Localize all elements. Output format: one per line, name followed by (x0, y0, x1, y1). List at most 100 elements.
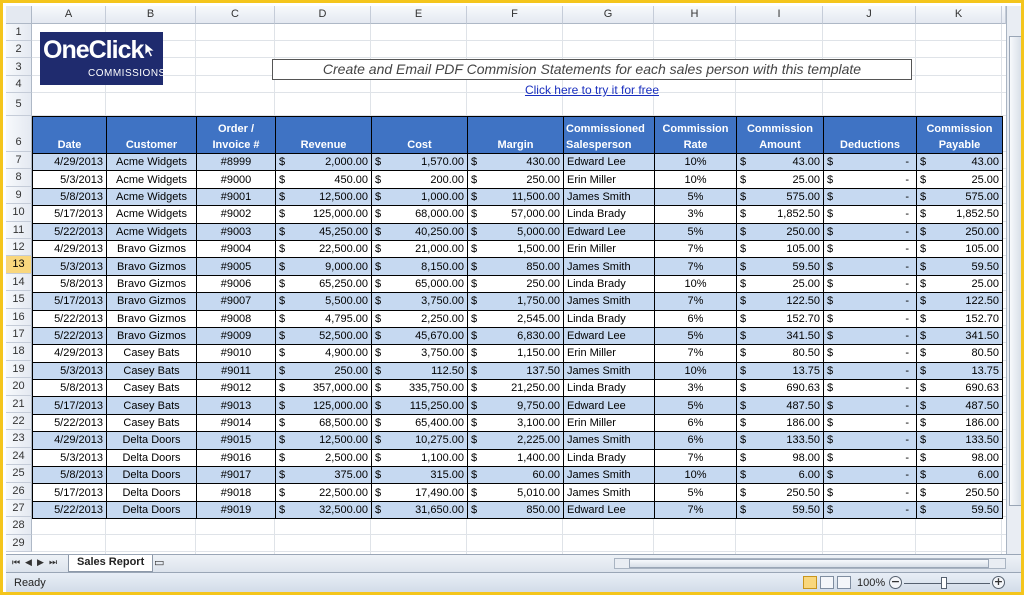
cell-g[interactable]: James Smith (563, 431, 655, 450)
cell-h[interactable]: 3% (654, 379, 737, 398)
cell-a[interactable]: 5/22/2013 (32, 326, 107, 346)
cell-j[interactable]: $ - (823, 170, 917, 189)
cell-i[interactable]: $250.50 (736, 483, 824, 502)
cell-e[interactable]: $31,650.00 (371, 500, 468, 520)
row-header-18[interactable]: 18 (6, 343, 32, 361)
cell-i[interactable]: $59.50 (736, 500, 824, 520)
cell-j[interactable]: $ - (823, 413, 917, 433)
cell-f[interactable]: $5,000.00 (467, 222, 564, 241)
cell-j[interactable]: $ - (823, 205, 917, 224)
cell-b[interactable]: Delta Doors (106, 500, 197, 520)
row-header-25[interactable]: 25 (6, 465, 32, 483)
cell-d[interactable]: $375.00 (275, 466, 372, 485)
cell-c[interactable]: #8999 (196, 152, 276, 172)
cell-d[interactable]: $32,500.00 (275, 500, 372, 520)
cell-h[interactable]: 6% (654, 413, 737, 433)
cell-d[interactable]: $22,500.00 (275, 483, 372, 502)
cell-d[interactable]: $2,500.00 (275, 448, 372, 468)
cell-e[interactable]: $315.00 (371, 466, 468, 485)
try-free-link[interactable]: Click here to try it for free (272, 83, 912, 97)
oneclick-logo[interactable]: OneClick COMMISSIONS (40, 32, 165, 85)
cell-c[interactable]: #9018 (196, 483, 276, 502)
cell-i[interactable]: $80.50 (736, 344, 824, 363)
cell-k[interactable]: $43.00 (916, 152, 1003, 172)
cell-k[interactable]: $98.00 (916, 448, 1003, 468)
cell-a[interactable]: 5/8/2013 (32, 274, 107, 294)
cell-j[interactable]: $ - (823, 344, 917, 363)
cell-c[interactable]: #9000 (196, 170, 276, 189)
cell-c[interactable]: #9005 (196, 257, 276, 276)
cell-d[interactable]: $12,500.00 (275, 187, 372, 207)
cell-b[interactable]: Delta Doors (106, 483, 197, 502)
cell-k[interactable]: $6.00 (916, 466, 1003, 485)
page-break-view-icon[interactable] (837, 576, 851, 589)
cell-b[interactable]: Delta Doors (106, 431, 197, 450)
column-header-e[interactable]: E (371, 6, 467, 24)
cell-b[interactable]: Acme Widgets (106, 170, 197, 189)
cell-k[interactable]: $250.50 (916, 483, 1003, 502)
cell-f[interactable]: $430.00 (467, 152, 564, 172)
cell-h[interactable]: 10% (654, 361, 737, 381)
cell-c[interactable]: #9004 (196, 239, 276, 259)
zoom-slider-track[interactable] (904, 583, 990, 584)
cell-c[interactable]: #9011 (196, 361, 276, 381)
cell-c[interactable]: #9009 (196, 326, 276, 346)
cell-e[interactable]: $3,750.00 (371, 292, 468, 311)
cell-c[interactable]: #9013 (196, 396, 276, 415)
cell-i[interactable]: $575.00 (736, 187, 824, 207)
cell-e[interactable]: $115,250.00 (371, 396, 468, 415)
cell-b[interactable]: Casey Bats (106, 344, 197, 363)
vertical-scrollbar[interactable] (1006, 6, 1021, 554)
cell-g[interactable]: Edward Lee (563, 396, 655, 415)
cell-f[interactable]: $250.00 (467, 170, 564, 189)
cell-g[interactable]: Linda Brady (563, 205, 655, 224)
cell-b[interactable]: Acme Widgets (106, 222, 197, 241)
header-commission-payable[interactable]: Commission Payable (916, 116, 1003, 154)
cell-d[interactable]: $52,500.00 (275, 326, 372, 346)
cell-h[interactable]: 5% (654, 396, 737, 415)
cell-h[interactable]: 5% (654, 222, 737, 241)
zoom-level[interactable]: 100% (857, 577, 885, 589)
cell-a[interactable]: 4/29/2013 (32, 239, 107, 259)
cell-k[interactable]: $80.50 (916, 344, 1003, 363)
cell-h[interactable]: 10% (654, 170, 737, 189)
cell-b[interactable]: Bravo Gizmos (106, 309, 197, 328)
header-commissioned-salesperson[interactable]: Commissioned Salesperson (563, 116, 655, 154)
cell-j[interactable]: $ - (823, 309, 917, 328)
cell-d[interactable]: $22,500.00 (275, 239, 372, 259)
cell-d[interactable]: $4,795.00 (275, 309, 372, 328)
header-revenue[interactable]: Revenue (275, 116, 372, 154)
cell-c[interactable]: #9019 (196, 500, 276, 520)
cell-e[interactable]: $112.50 (371, 361, 468, 381)
cell-d[interactable]: $2,000.00 (275, 152, 372, 172)
insert-sheet-icon[interactable]: ▭ (154, 556, 164, 569)
row-header-21[interactable]: 21 (6, 395, 32, 413)
cell-k[interactable]: $250.00 (916, 222, 1003, 241)
cell-e[interactable]: $45,670.00 (371, 326, 468, 346)
row-header-5[interactable]: 5 (6, 93, 32, 116)
column-header-c[interactable]: C (196, 6, 275, 24)
row-header-7[interactable]: 7 (6, 152, 32, 170)
row-header-2[interactable]: 2 (6, 41, 32, 58)
cell-j[interactable]: $ - (823, 431, 917, 450)
vertical-scroll-thumb[interactable] (1009, 36, 1021, 506)
row-header-10[interactable]: 10 (6, 204, 32, 222)
row-header-27[interactable]: 27 (6, 500, 32, 518)
cell-i[interactable]: $341.50 (736, 326, 824, 346)
column-header-d[interactable]: D (275, 6, 371, 24)
cell-g[interactable]: James Smith (563, 483, 655, 502)
cell-k[interactable]: $122.50 (916, 292, 1003, 311)
cell-b[interactable]: Bravo Gizmos (106, 239, 197, 259)
cell-a[interactable]: 5/8/2013 (32, 466, 107, 485)
cell-a[interactable]: 5/22/2013 (32, 413, 107, 433)
normal-view-icon[interactable] (803, 576, 817, 589)
cell-k[interactable]: $25.00 (916, 274, 1003, 294)
cell-a[interactable]: 5/17/2013 (32, 396, 107, 415)
cell-g[interactable]: Edward Lee (563, 500, 655, 520)
column-header-i[interactable]: I (736, 6, 823, 24)
cell-i[interactable]: $487.50 (736, 396, 824, 415)
cell-f[interactable]: $9,750.00 (467, 396, 564, 415)
prev-sheet-icon[interactable]: ◀ (25, 558, 32, 568)
cell-i[interactable]: $25.00 (736, 274, 824, 294)
cell-f[interactable]: $250.00 (467, 274, 564, 294)
